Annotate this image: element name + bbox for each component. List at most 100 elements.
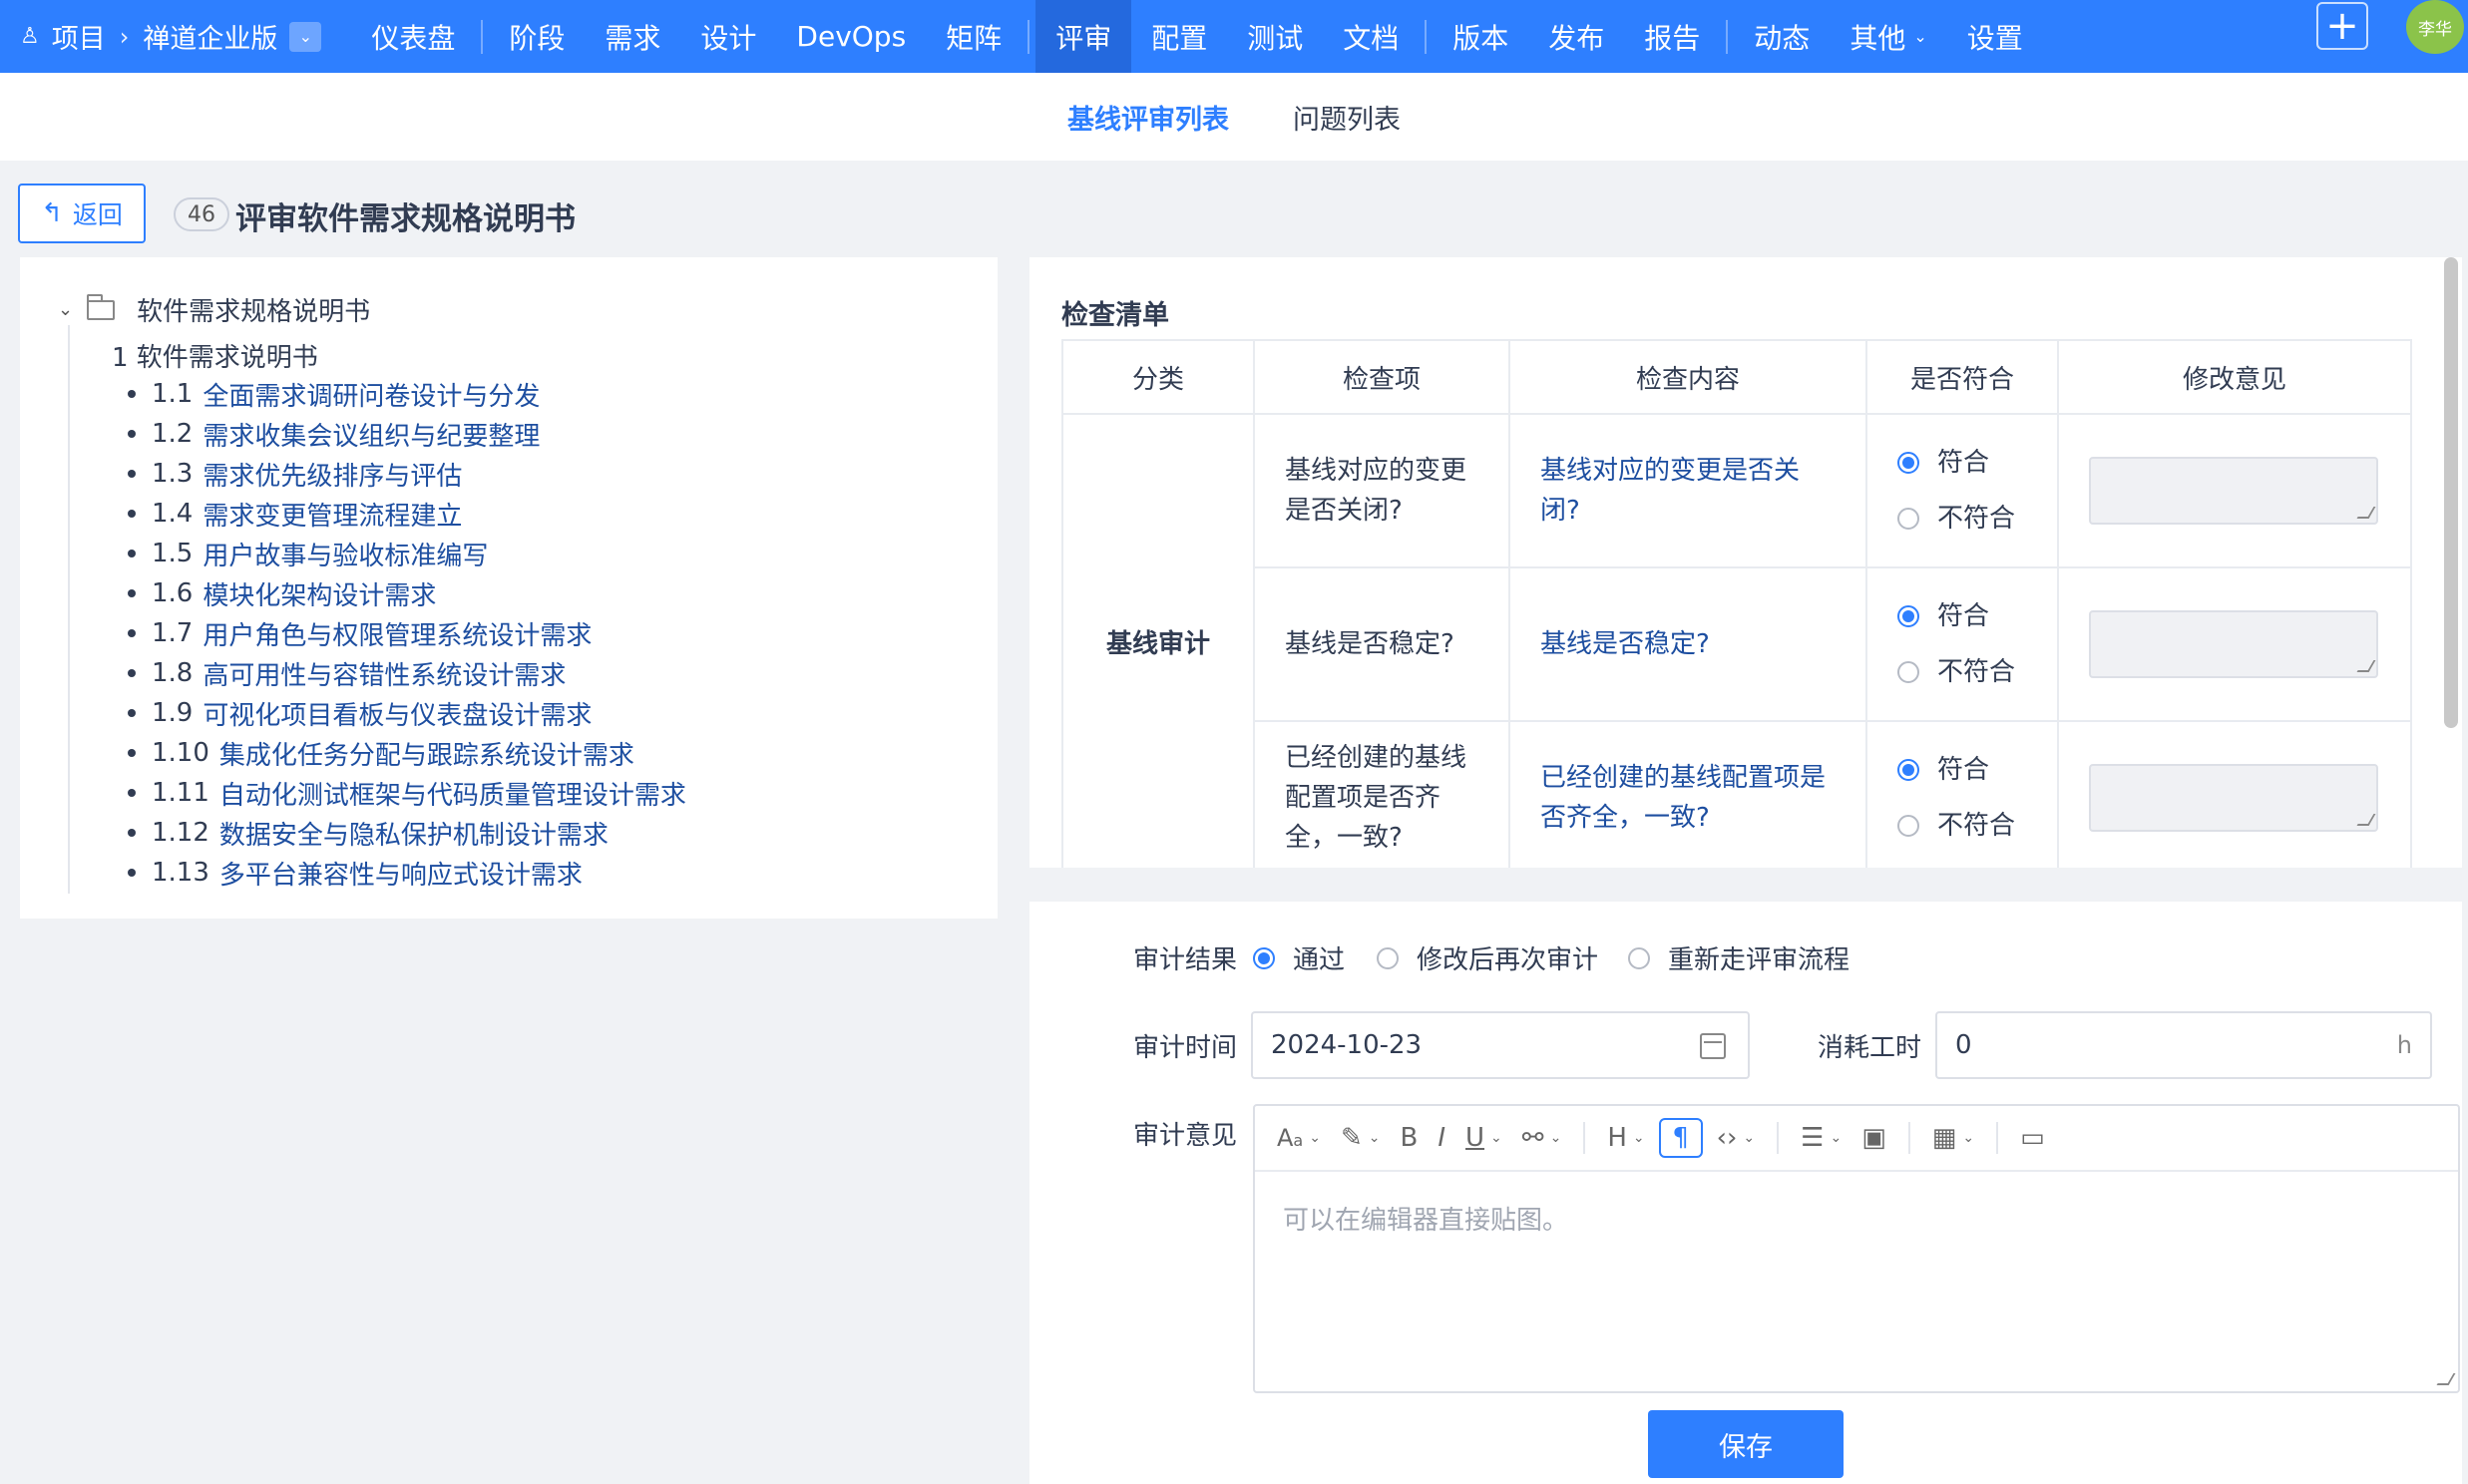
chevron-down-icon[interactable]: ⌄ — [289, 21, 322, 52]
nav-dashboard[interactable]: 仪表盘 — [351, 0, 475, 73]
resize-handle-icon[interactable] — [2436, 1373, 2456, 1385]
font-size-tool[interactable]: Aa ⌄ — [1271, 1118, 1327, 1158]
tree-item-link[interactable]: 自动化测试框架与代码质量管理设计需求 — [219, 775, 686, 812]
calendar-icon[interactable] — [1700, 1033, 1726, 1059]
code-tool[interactable]: ‹› ⌄ — [1711, 1118, 1762, 1158]
nav-story[interactable]: 需求 — [585, 0, 680, 73]
remark-textarea[interactable] — [2089, 764, 2378, 832]
chevron-down-icon[interactable]: ⌄ — [58, 299, 73, 320]
avatar[interactable]: 李华 — [2406, 0, 2464, 54]
hours-input[interactable]: 0 h — [1935, 1011, 2432, 1079]
back-button[interactable]: ↰ 返回 — [18, 184, 146, 243]
radio-button[interactable] — [1897, 815, 1919, 837]
tree-item-link[interactable]: 多平台兼容性与响应式设计需求 — [219, 855, 583, 892]
crumb-project[interactable]: 项目 — [52, 17, 106, 56]
underline-tool[interactable]: U ⌄ — [1459, 1118, 1508, 1158]
nav-config[interactable]: 配置 — [1131, 0, 1227, 73]
rich-text-editor[interactable]: Aa ⌄ ✎ ⌄ B I U ⌄ ⚯ ⌄ H ⌄ ¶ ‹› ⌄ ☰ ⌄ ▣ ▦ ⌄ ▭ 可以在编… — [1253, 1104, 2460, 1393]
tree-item[interactable]: 1.11 自动化测试框架与代码质量管理设计需求 — [128, 773, 686, 813]
option-no[interactable]: 不符合 — [1897, 798, 2027, 854]
tree-item-link[interactable]: 需求收集会议组织与纪要整理 — [203, 416, 540, 453]
scrollbar[interactable] — [2444, 257, 2458, 728]
tree-item-link[interactable]: 可视化项目看板与仪表盘设计需求 — [203, 695, 592, 732]
bold-tool[interactable]: B — [1395, 1118, 1425, 1158]
table-tool[interactable]: ▦ ⌄ — [1926, 1118, 1980, 1158]
tree-item[interactable]: 1.9 可视化项目看板与仪表盘设计需求 — [128, 693, 686, 733]
nav-stage[interactable]: 阶段 — [489, 0, 585, 73]
list-tool[interactable]: ☰ ⌄ — [1795, 1118, 1848, 1158]
radio-button[interactable] — [1253, 946, 1275, 969]
italic-tool[interactable]: I — [1432, 1118, 1451, 1158]
tree-item[interactable]: 1.5 用户故事与验收标准编写 — [128, 534, 686, 573]
crumb-product[interactable]: 禅道企业版 — [143, 17, 277, 56]
tree-item[interactable]: 1.13 多平台兼容性与响应式设计需求 — [128, 853, 686, 893]
check-content-cell[interactable]: 基线是否稳定? — [1508, 566, 1867, 722]
save-button[interactable]: 保存 — [1648, 1410, 1844, 1478]
fullscreen-tool[interactable]: ▭ — [2014, 1118, 2051, 1158]
image-tool[interactable]: ▣ — [1855, 1118, 1892, 1158]
nav-report[interactable]: 报告 — [1624, 0, 1720, 73]
paragraph-tool[interactable]: ¶ — [1658, 1118, 1703, 1158]
remark-textarea[interactable] — [2089, 457, 2378, 525]
radio-button[interactable] — [1897, 605, 1919, 627]
remark-textarea[interactable] — [2089, 610, 2378, 678]
tree-item[interactable]: 1.4 需求变更管理流程建立 — [128, 494, 686, 534]
tab-issue-list[interactable]: 问题列表 — [1293, 98, 1401, 137]
tree-item-link[interactable]: 模块化架构设计需求 — [203, 575, 436, 612]
tree-item[interactable]: 1.12 数据安全与隐私保护机制设计需求 — [128, 813, 686, 853]
tree-item-link[interactable]: 用户故事与验收标准编写 — [203, 536, 488, 572]
option-yes[interactable]: 符合 — [1897, 742, 2027, 798]
nav-design[interactable]: 设计 — [680, 0, 776, 73]
resize-handle-icon[interactable] — [2356, 814, 2376, 826]
nav-doc[interactable]: 文档 — [1323, 0, 1419, 73]
tree-item-link[interactable]: 用户角色与权限管理系统设计需求 — [203, 615, 592, 652]
check-content-cell[interactable]: 基线对应的变更是否关闭? — [1508, 413, 1867, 568]
tree-item[interactable]: 1.8 高可用性与容错性系统设计需求 — [128, 653, 686, 693]
tab-baseline-review-list[interactable]: 基线评审列表 — [1067, 98, 1229, 137]
option-no[interactable]: 不符合 — [1897, 644, 2027, 700]
nav-settings[interactable]: 设置 — [1947, 0, 2043, 73]
nav-test[interactable]: 测试 — [1227, 0, 1323, 73]
tree-item-link[interactable]: 集成化任务分配与跟踪系统设计需求 — [219, 735, 634, 772]
resize-handle-icon[interactable] — [2356, 660, 2376, 672]
nav-release[interactable]: 发布 — [1528, 0, 1624, 73]
nav-devops[interactable]: DevOps — [776, 0, 926, 73]
radio-button[interactable] — [1897, 759, 1919, 781]
result-option-reaudit[interactable]: 修改后再次审计 — [1377, 939, 1598, 976]
tree-item-link[interactable]: 需求变更管理流程建立 — [203, 496, 462, 533]
radio-button[interactable] — [1897, 452, 1919, 474]
link-tool[interactable]: ⚯ ⌄ — [1516, 1118, 1568, 1158]
option-no[interactable]: 不符合 — [1897, 491, 2027, 547]
tree-item[interactable]: 1.2 需求收集会议组织与纪要整理 — [128, 414, 686, 454]
nav-matrix[interactable]: 矩阵 — [926, 0, 1022, 73]
audit-date-input[interactable]: 2024-10-23 — [1251, 1011, 1750, 1079]
resize-handle-icon[interactable] — [2356, 507, 2376, 519]
tree-item[interactable]: 1.3 需求优先级排序与评估 — [128, 454, 686, 494]
check-content-cell[interactable]: 已经创建的基线配置项是否齐全，一致? — [1508, 720, 1867, 868]
radio-button[interactable] — [1897, 661, 1919, 683]
tree-item[interactable]: 1.10 集成化任务分配与跟踪系统设计需求 — [128, 733, 686, 773]
tree-item-link[interactable]: 全面需求调研问卷设计与分发 — [203, 376, 540, 413]
nav-dynamic[interactable]: 动态 — [1734, 0, 1830, 73]
tree-item-link[interactable]: 数据安全与隐私保护机制设计需求 — [219, 815, 609, 852]
tree-item[interactable]: 1.1 全面需求调研问卷设计与分发 — [128, 374, 686, 414]
result-option-rereview[interactable]: 重新走评审流程 — [1628, 939, 1850, 976]
result-option-pass[interactable]: 通过 — [1253, 939, 1345, 976]
option-yes[interactable]: 符合 — [1897, 435, 2027, 491]
nav-build[interactable]: 版本 — [1433, 0, 1528, 73]
heading-tool[interactable]: H ⌄ — [1601, 1118, 1650, 1158]
option-yes[interactable]: 符合 — [1897, 588, 2027, 644]
radio-button[interactable] — [1897, 508, 1919, 530]
highlight-tool[interactable]: ✎ ⌄ — [1335, 1118, 1387, 1158]
tree-item-link[interactable]: 高可用性与容错性系统设计需求 — [203, 655, 566, 692]
radio-button[interactable] — [1628, 946, 1650, 969]
nav-more[interactable]: 其他 ⌄ — [1830, 0, 1946, 73]
tree-root[interactable]: ⌄ 软件需求规格说明书 — [58, 291, 370, 328]
tree-section[interactable]: 1 软件需求说明书 — [112, 337, 318, 374]
nav-review[interactable]: 评审 — [1035, 0, 1132, 73]
create-plus-icon[interactable]: + — [2316, 2, 2368, 50]
tree-item-link[interactable]: 需求优先级排序与评估 — [203, 456, 462, 493]
tree-item[interactable]: 1.7 用户角色与权限管理系统设计需求 — [128, 613, 686, 653]
tree-item[interactable]: 1.6 模块化架构设计需求 — [128, 573, 686, 613]
radio-button[interactable] — [1377, 946, 1399, 969]
